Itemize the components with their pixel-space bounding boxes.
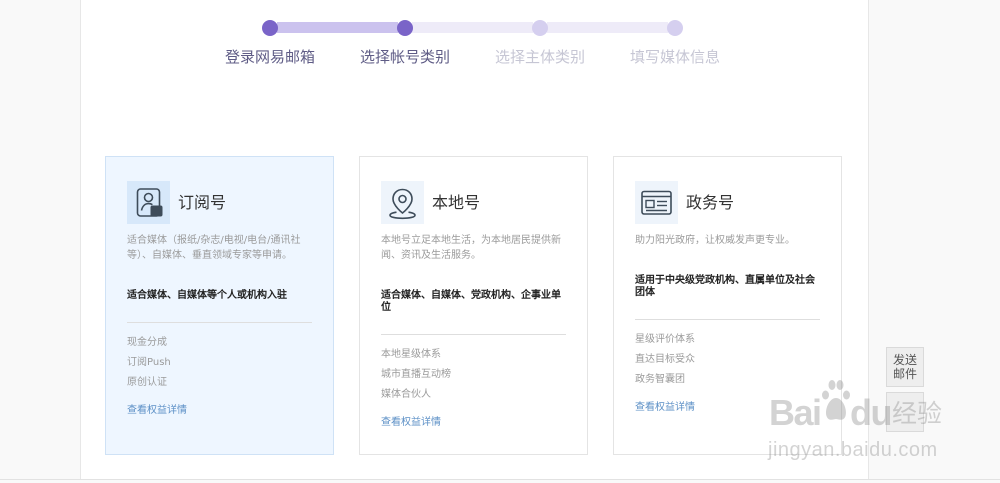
step-label-login-email: 登录网易邮箱 [224,48,315,66]
card-audience: 适用于中央级党政机构、直属单位及社会团体 [635,275,815,298]
send-email-button[interactable]: 发送邮件 [886,347,924,387]
account-type-page: 登录网易邮箱 选择帐号类别 选择主体类别 填写媒体信息 订阅号 适合媒体（报纸/… [0,0,1000,483]
step-label-account-type: 选择帐号类别 [359,48,450,66]
account-type-card-local[interactable]: 本地号 本地号立足本地生活，为本地居民提供新闻、资讯及生活服务。 适合媒体、自媒… [359,156,588,455]
step-connector-1 [277,22,398,33]
card-divider [635,319,820,320]
government-card-icon [635,181,678,224]
card-description: 助力阳光政府，让权威发声更专业。 [635,235,795,246]
step-connector-2 [412,22,533,33]
step-dot-3 [532,20,548,36]
card-header: 本地号 [381,181,566,224]
subscription-badge-icon [127,181,170,224]
card-audience: 适合媒体、自媒体、党政机构、企事业单位 [381,290,561,313]
step-label-media-info: 填写媒体信息 [629,48,720,66]
account-type-card-subscription[interactable]: 订阅号 适合媒体（报纸/杂志/电视/电台/通讯社等）、自媒体、垂直领域专家等申请… [105,156,334,455]
card-divider [381,334,566,335]
benefit-item: 直达目标受众 [635,354,695,365]
step-dot-1 [262,20,278,36]
float-button-secondary[interactable] [886,392,924,432]
benefit-list: 现金分成 订阅Push 原创认证 [127,333,312,393]
benefit-item: 政务智囊团 [635,374,685,385]
step-dot-4 [667,20,683,36]
benefit-list: 星级评价体系 直达目标受众 政务智囊团 [635,330,820,390]
benefit-item: 星级评价体系 [635,334,695,345]
card-title: 政务号 [686,192,735,212]
view-benefits-link[interactable]: 查看权益详情 [381,417,441,429]
card-divider [127,322,312,323]
benefit-item: 现金分成 [127,337,167,348]
step-connector-3 [547,22,668,33]
card-title: 本地号 [432,192,481,212]
benefit-list: 本地星级体系 城市直播互动榜 媒体合伙人 [381,345,566,405]
benefit-item: 订阅Push [127,357,171,368]
card-description: 适合媒体（报纸/杂志/电视/电台/通讯社等）、自媒体、垂直领域专家等申请。 [127,235,301,261]
benefit-item: 媒体合伙人 [381,389,431,400]
view-benefits-link[interactable]: 查看权益详情 [127,405,187,417]
bottom-divider [0,479,1000,480]
card-header: 订阅号 [127,181,312,224]
account-type-card-government[interactable]: 政务号 助力阳光政府，让权威发声更专业。 适用于中央级党政机构、直属单位及社会团… [613,156,842,455]
benefit-item: 城市直播互动榜 [381,369,451,380]
card-title: 订阅号 [178,192,227,212]
benefit-item: 原创认证 [127,377,167,388]
step-label-entity-type: 选择主体类别 [494,48,585,66]
card-audience: 适合媒体、自媒体等个人或机构入驻 [127,290,287,301]
step-dot-2 [397,20,413,36]
card-description: 本地号立足本地生活，为本地居民提供新闻、资讯及生活服务。 [381,235,561,261]
benefit-item: 本地星级体系 [381,349,441,360]
view-benefits-link[interactable]: 查看权益详情 [635,402,695,414]
card-header: 政务号 [635,181,820,224]
location-pin-icon [381,181,424,224]
